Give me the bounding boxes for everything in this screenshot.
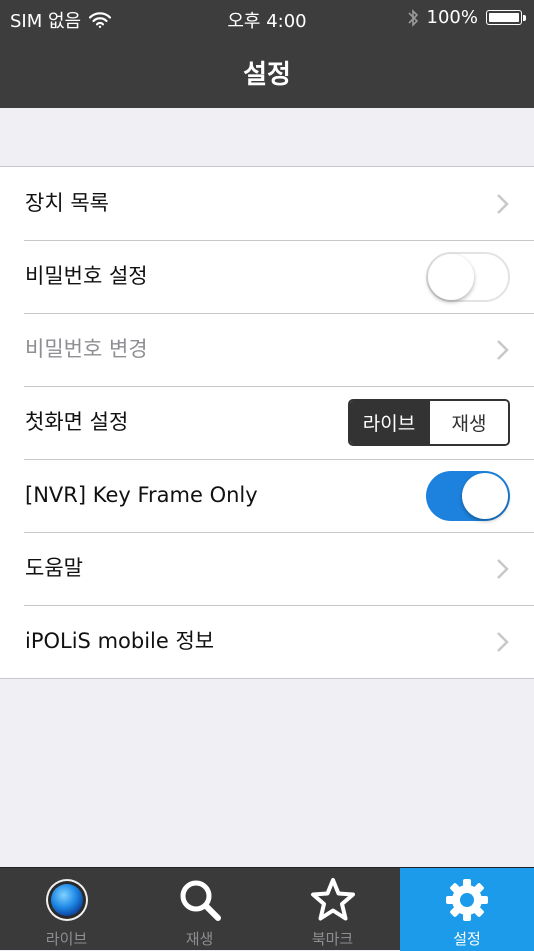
- help-label: 도움말: [25, 556, 83, 580]
- toggle-knob: [428, 254, 474, 300]
- segment-live[interactable]: 라이브: [350, 401, 428, 444]
- start-screen-label: 첫화면 설정: [25, 410, 129, 434]
- navigation-bar: 설정: [0, 36, 534, 108]
- segment-playback[interactable]: 재생: [428, 401, 508, 444]
- tab-bookmark[interactable]: 북마크: [266, 868, 399, 951]
- settings-list: 장치 목록 비밀번호 설정 비밀번호 변경 첫화면 설정 라이브 재생 [NVR…: [0, 166, 534, 679]
- live-icon: [45, 879, 88, 921]
- star-icon: [310, 878, 355, 921]
- bluetooth-icon: [407, 8, 418, 27]
- password-setting-row: 비밀번호 설정: [0, 240, 534, 313]
- key-frame-row: [NVR] Key Frame Only: [0, 459, 534, 532]
- battery-percent: 100%: [426, 7, 478, 28]
- search-icon: [180, 880, 221, 921]
- tab-settings[interactable]: 설정: [400, 868, 534, 951]
- password-change-label: 비밀번호 변경: [25, 337, 148, 361]
- chevron-right-icon: [497, 194, 509, 214]
- start-screen-segmented-control: 라이브 재생: [348, 399, 510, 446]
- password-change-row[interactable]: 비밀번호 변경: [0, 313, 534, 386]
- chevron-right-icon: [497, 632, 509, 652]
- tab-label: 북마크: [311, 930, 354, 948]
- tab-bar: 라이브 재생 북마크 설정: [0, 867, 534, 951]
- help-row[interactable]: 도움말: [0, 532, 534, 605]
- tab-label: 라이브: [45, 930, 88, 948]
- gear-icon: [446, 879, 488, 921]
- device-list-label: 장치 목록: [25, 191, 109, 215]
- password-setting-label: 비밀번호 설정: [25, 264, 148, 288]
- about-label: iPOLiS mobile 정보: [25, 629, 215, 653]
- status-right: 100%: [407, 7, 526, 28]
- key-frame-toggle[interactable]: [426, 471, 510, 521]
- tab-label: 설정: [453, 930, 481, 948]
- page-title: 설정: [243, 60, 291, 90]
- status-bar: SIM 없음 오후 4:00 100%: [0, 0, 534, 36]
- tab-live[interactable]: 라이브: [0, 868, 133, 951]
- start-screen-row: 첫화면 설정 라이브 재생: [0, 386, 534, 459]
- tab-label: 재생: [185, 930, 214, 948]
- battery-icon: [486, 10, 526, 25]
- chevron-right-icon: [497, 559, 509, 579]
- about-row[interactable]: iPOLiS mobile 정보: [0, 605, 534, 678]
- device-list-row[interactable]: 장치 목록: [0, 167, 534, 240]
- password-toggle[interactable]: [426, 252, 510, 302]
- chevron-right-icon: [497, 340, 509, 360]
- tab-playback[interactable]: 재생: [133, 868, 266, 951]
- toggle-knob: [462, 473, 508, 519]
- key-frame-label: [NVR] Key Frame Only: [25, 483, 258, 507]
